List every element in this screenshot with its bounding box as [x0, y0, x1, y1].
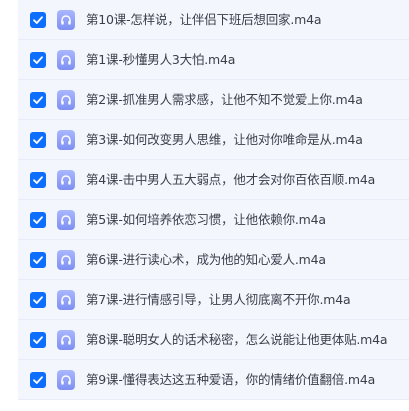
headphones-icon	[57, 290, 75, 310]
headphones-icon	[57, 170, 75, 190]
headphones-icon	[57, 330, 75, 350]
file-checkbox[interactable]	[30, 252, 46, 268]
file-name[interactable]: 第3课-如何改变男人思维，让他对你唯命是从.m4a	[86, 120, 363, 160]
checkmark-icon	[33, 336, 43, 344]
headphones-icon	[57, 210, 75, 230]
file-checkbox[interactable]	[30, 332, 46, 348]
file-row[interactable]: 第6课-进行读心术，成为他的知心爱人.m4a	[18, 240, 409, 280]
file-name[interactable]: 第5课-如何培养依恋习惯，让他依赖你.m4a	[86, 200, 326, 240]
file-name[interactable]: 第7课-进行情感引导，让男人彻底离不开你.m4a	[86, 280, 351, 320]
headphones-icon	[57, 50, 75, 70]
checkmark-icon	[33, 376, 43, 384]
file-name[interactable]: 第6课-进行读心术，成为他的知心爱人.m4a	[86, 240, 326, 280]
file-name[interactable]: 第8课-聪明女人的话术秘密，怎么说能让他更体贴.m4a	[86, 320, 388, 360]
file-checkbox[interactable]	[30, 372, 46, 388]
file-checkbox[interactable]	[30, 172, 46, 188]
file-checkbox[interactable]	[30, 292, 46, 308]
checkmark-icon	[33, 96, 43, 104]
file-row[interactable]: 第5课-如何培养依恋习惯，让他依赖你.m4a	[18, 200, 409, 240]
file-row[interactable]: 第10课-怎样说，让伴侣下班后想回家.m4a	[18, 0, 409, 40]
file-row[interactable]: 第7课-进行情感引导，让男人彻底离不开你.m4a	[18, 280, 409, 320]
file-name[interactable]: 第10课-怎样说，让伴侣下班后想回家.m4a	[86, 0, 321, 40]
checkmark-icon	[33, 296, 43, 304]
file-name[interactable]: 第1课-秒懂男人3大怕.m4a	[86, 40, 235, 80]
file-row[interactable]: 第3课-如何改变男人思维，让他对你唯命是从.m4a	[18, 120, 409, 160]
file-name[interactable]: 第4课-击中男人五大弱点，他才会对你百依百顺.m4a	[86, 160, 375, 200]
file-name[interactable]: 第2课-抓准男人需求感，让他不知不觉爱上你.m4a	[86, 80, 363, 120]
file-row[interactable]: 第2课-抓准男人需求感，让他不知不觉爱上你.m4a	[18, 80, 409, 120]
checkmark-icon	[33, 56, 43, 64]
headphones-icon	[57, 370, 75, 390]
headphones-icon	[57, 250, 75, 270]
file-row[interactable]: 第4课-击中男人五大弱点，他才会对你百依百顺.m4a	[18, 160, 409, 200]
checkmark-icon	[33, 176, 43, 184]
file-row[interactable]: 第1课-秒懂男人3大怕.m4a	[18, 40, 409, 80]
checkmark-icon	[33, 256, 43, 264]
headphones-icon	[57, 90, 75, 110]
file-checkbox[interactable]	[30, 132, 46, 148]
file-checkbox[interactable]	[30, 212, 46, 228]
file-name[interactable]: 第9课-懂得表达这五种爱语，你的情绪价值翻倍.m4a	[86, 360, 375, 400]
file-checkbox[interactable]	[30, 12, 46, 28]
checkmark-icon	[33, 136, 43, 144]
file-checkbox[interactable]	[30, 92, 46, 108]
checkmark-icon	[33, 216, 43, 224]
file-checkbox[interactable]	[30, 52, 46, 68]
file-list: 第10课-怎样说，让伴侣下班后想回家.m4a 第1课-秒懂男人3大怕.m4a 第…	[0, 0, 409, 411]
file-row[interactable]: 第9课-懂得表达这五种爱语，你的情绪价值翻倍.m4a	[18, 360, 409, 400]
headphones-icon	[57, 130, 75, 150]
checkmark-icon	[33, 16, 43, 24]
headphones-icon	[57, 10, 75, 30]
file-row[interactable]: 第8课-聪明女人的话术秘密，怎么说能让他更体贴.m4a	[18, 320, 409, 360]
